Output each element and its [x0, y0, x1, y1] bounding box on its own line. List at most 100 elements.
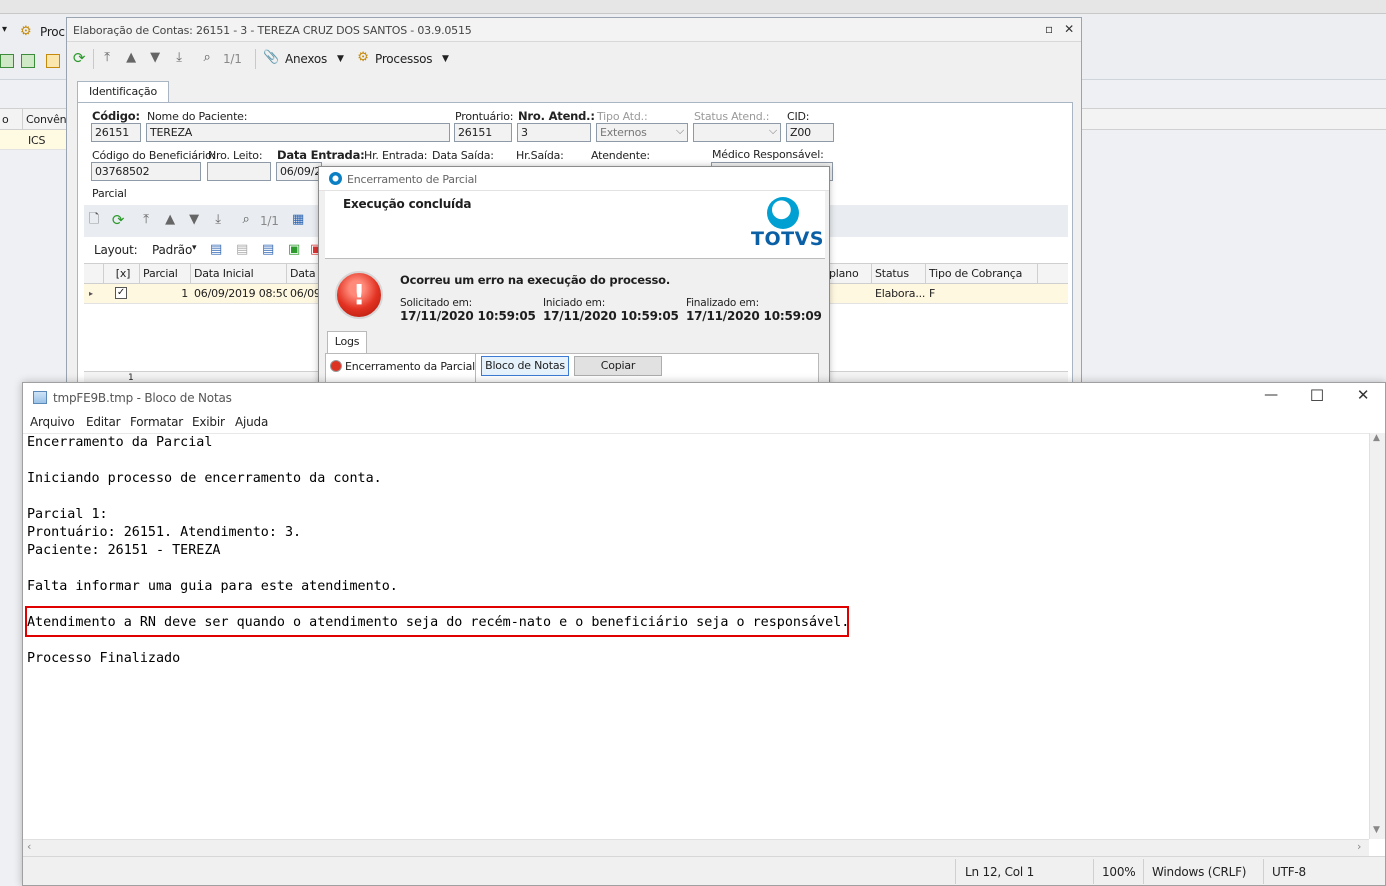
- grid-header-parcial[interactable]: Parcial: [140, 264, 191, 284]
- process-menu-partial[interactable]: Proc: [40, 25, 65, 39]
- toolbar-separator: [93, 49, 94, 69]
- cid-field[interactable]: Z00: [786, 123, 834, 142]
- data-inicial-cell: 06/09/2019 08:50: [194, 287, 287, 300]
- layout-label: Layout:: [94, 243, 138, 257]
- hr-saida-label: Hr.Saída:: [516, 149, 564, 162]
- calendar-grid-icon[interactable]: ▦: [290, 212, 306, 228]
- menu-editar[interactable]: Editar: [86, 415, 121, 429]
- first-record-icon[interactable]: ⤒: [138, 212, 154, 228]
- scroll-right-icon[interactable]: ›: [1357, 840, 1361, 853]
- dropdown-arrow-icon[interactable]: ▾: [2, 24, 7, 35]
- status-position: Ln 12, Col 1: [965, 865, 1035, 879]
- log-item[interactable]: Encerramento da Parcial: [345, 360, 475, 373]
- notepad-title-bar[interactable]: tmpFE9B.tmp - Bloco de Notas — ☐ ✕: [23, 383, 1385, 413]
- error-message: Ocorreu um erro na execução do processo.: [400, 273, 671, 287]
- menu-formatar[interactable]: Formatar: [130, 415, 183, 429]
- layout-delete-icon[interactable]: ▤: [234, 242, 250, 258]
- grid-header-data-inicial[interactable]: Data Inicial: [191, 264, 287, 284]
- bloco-de-notas-button[interactable]: Bloco de Notas: [481, 356, 569, 376]
- restore-icon[interactable]: ▫: [1041, 21, 1057, 37]
- layout-save-icon[interactable]: ▤: [208, 242, 224, 258]
- text-line: Paciente: 26151 - TEREZA: [27, 543, 221, 558]
- scroll-down-icon[interactable]: ▼: [1373, 825, 1380, 835]
- cod-beneficiario-field[interactable]: 03768502: [91, 162, 201, 181]
- dialog-title-bar[interactable]: Encerramento de Parcial: [319, 167, 829, 191]
- parcial-group-label: Parcial: [92, 187, 127, 200]
- tipo-atd-label: Tipo Atd.:: [597, 110, 648, 123]
- background-grid-row[interactable]: ICS: [0, 130, 70, 150]
- previous-record-icon[interactable]: ▲: [123, 50, 139, 66]
- maximize-icon[interactable]: ☐: [1307, 386, 1327, 406]
- copiar-button[interactable]: Copiar: [574, 356, 662, 376]
- anexos-dropdown-icon[interactable]: ▼: [337, 49, 344, 69]
- close-icon[interactable]: ✕: [1353, 386, 1373, 406]
- next-record-icon[interactable]: ▼: [147, 50, 163, 66]
- menu-ajuda[interactable]: Ajuda: [235, 415, 268, 429]
- close-icon[interactable]: ✕: [1061, 21, 1077, 37]
- text-line: Falta informar uma guia para este atendi…: [27, 579, 398, 594]
- new-document-icon[interactable]: 🗋: [86, 212, 102, 228]
- window-title-bar[interactable]: Elaboração de Contas: 26151 - 3 - TEREZA…: [67, 18, 1081, 42]
- log-error-icon: [330, 360, 342, 372]
- binoculars-icon[interactable]: ⌕: [199, 50, 215, 66]
- data-entrada-field[interactable]: 06/09/2: [276, 162, 322, 181]
- grid-header-col[interactable]: o: [2, 113, 9, 126]
- minimize-icon[interactable]: —: [1261, 387, 1281, 407]
- grid-header-status[interactable]: Status: [872, 264, 926, 284]
- gears-icon: ⚙: [20, 24, 32, 39]
- last-record-icon[interactable]: ⤓: [210, 212, 226, 228]
- prontuario-label: Prontuário:: [455, 110, 514, 123]
- gears-icon: ⚙: [357, 50, 369, 65]
- sheet-icon[interactable]: [21, 54, 35, 68]
- calendar-icon[interactable]: [46, 54, 60, 68]
- refresh-icon[interactable]: ⟳: [110, 212, 126, 228]
- processos-dropdown-icon[interactable]: ▼: [442, 49, 449, 69]
- spreadsheet-icon[interactable]: [0, 54, 14, 68]
- medico-responsavel-label: Médico Responsável:: [712, 148, 824, 161]
- row-indicator-header: [84, 264, 104, 284]
- horizontal-scrollbar[interactable]: ‹ ›: [23, 839, 1369, 856]
- layout-dropdown-icon[interactable]: ▾: [192, 243, 197, 253]
- menu-arquivo[interactable]: Arquivo: [30, 415, 75, 429]
- layout-select[interactable]: Padrão: [152, 243, 192, 257]
- window-title: Elaboração de Contas: 26151 - 3 - TEREZA…: [73, 24, 472, 37]
- status-zoom: 100%: [1102, 865, 1136, 879]
- tab-logs[interactable]: Logs: [327, 331, 367, 353]
- vertical-scrollbar[interactable]: ▲ ▼: [1369, 433, 1385, 839]
- anexos-button[interactable]: Anexos: [285, 49, 327, 69]
- refresh-icon[interactable]: ⟳: [71, 50, 87, 66]
- status-separator: [1093, 859, 1094, 884]
- nro-leito-field[interactable]: [207, 162, 271, 181]
- status-atend-label: Status Atend.:: [694, 110, 770, 123]
- layout-columns-icon[interactable]: ▤: [260, 242, 276, 258]
- next-record-icon[interactable]: ▼: [186, 212, 202, 228]
- row-checkbox[interactable]: ✓: [115, 287, 127, 299]
- tab-identificacao[interactable]: Identificação: [77, 81, 169, 103]
- tipo-atd-select[interactable]: Externos: [596, 123, 688, 142]
- nome-paciente-label: Nome do Paciente:: [147, 110, 248, 123]
- last-record-icon[interactable]: ⤓: [171, 50, 187, 66]
- nro-atend-field[interactable]: 3: [517, 123, 591, 142]
- binoculars-icon[interactable]: ⌕: [238, 212, 254, 228]
- prontuario-field[interactable]: 26151: [454, 123, 512, 142]
- first-record-icon[interactable]: ⤒: [99, 50, 115, 66]
- processos-button[interactable]: Processos: [375, 49, 433, 69]
- status-atend-select[interactable]: [693, 123, 781, 142]
- notepad-status-bar: Ln 12, Col 1 100% Windows (CRLF) UTF-8: [23, 856, 1385, 885]
- scroll-left-icon[interactable]: ‹: [27, 840, 31, 853]
- status-separator: [955, 859, 956, 884]
- grid-header-check[interactable]: [x]: [104, 264, 140, 284]
- nome-paciente-field[interactable]: TEREZA: [146, 123, 450, 142]
- grid-header-convenio[interactable]: Convêni: [26, 113, 69, 126]
- menu-exibir[interactable]: Exibir: [192, 415, 225, 429]
- codigo-field[interactable]: 26151: [91, 123, 141, 142]
- grid-header-tipo-cobranca[interactable]: Tipo de Cobrança: [926, 264, 1038, 284]
- grid-header-plano[interactable]: plano: [826, 264, 872, 284]
- status-cell: Elabora...: [875, 287, 926, 300]
- export-icon[interactable]: ▣: [286, 242, 302, 258]
- scroll-up-icon[interactable]: ▲: [1373, 433, 1380, 443]
- iniciado-value: 17/11/2020 10:59:05: [543, 309, 679, 323]
- finalizado-label: Finalizado em:: [686, 297, 759, 309]
- encerramento-parcial-dialog: Encerramento de Parcial Execução concluí…: [318, 166, 830, 390]
- previous-record-icon[interactable]: ▲: [162, 212, 178, 228]
